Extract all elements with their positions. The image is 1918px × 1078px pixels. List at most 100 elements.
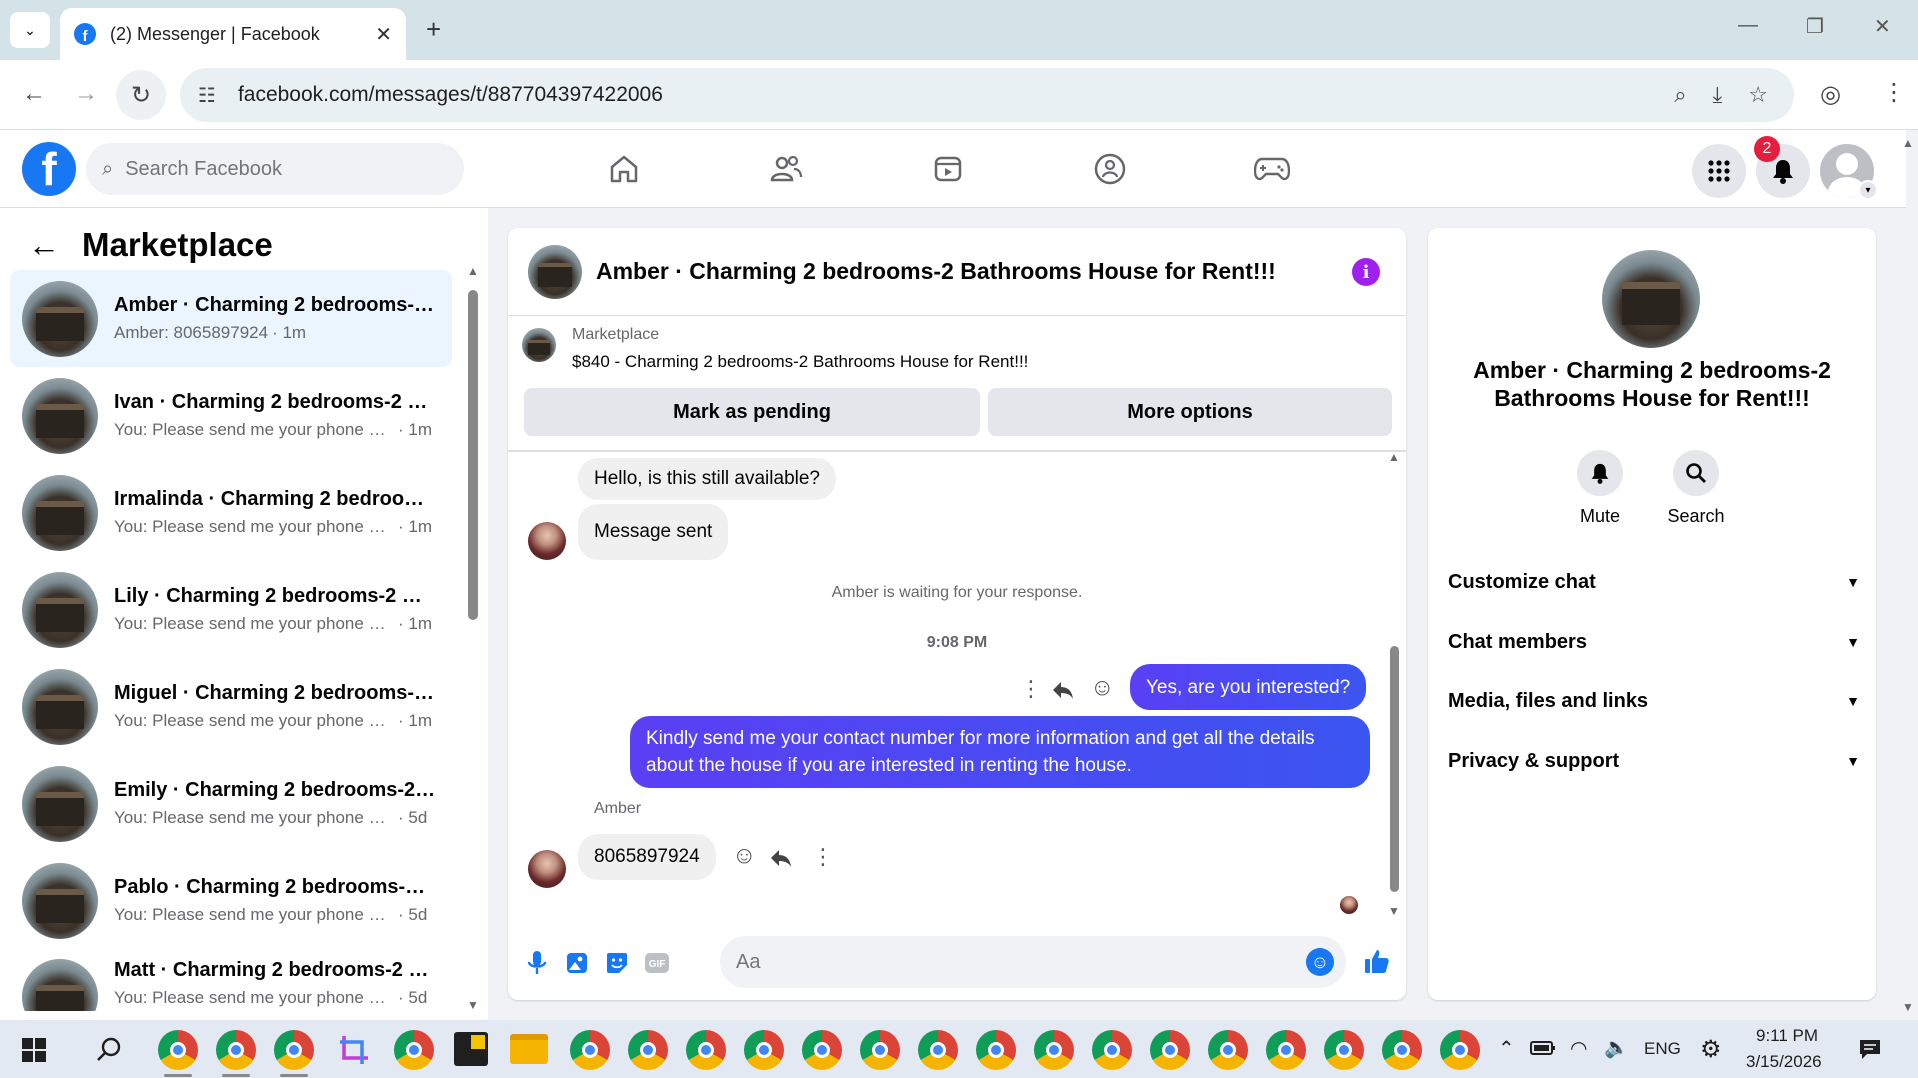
taskbar-snipping-tool-icon[interactable]: [336, 1032, 372, 1068]
outgoing-message[interactable]: Yes, are you interested?: [1130, 664, 1367, 710]
browser-menu-icon[interactable]: ⋮: [1882, 78, 1906, 107]
battery-icon[interactable]: [1530, 1040, 1556, 1056]
scroll-up-icon[interactable]: ▲: [1388, 450, 1400, 464]
page-scroll-down-icon[interactable]: ▼: [1902, 1000, 1914, 1014]
taskbar-chrome-icon[interactable]: [1034, 1030, 1074, 1070]
taskbar-chrome-icon[interactable]: [744, 1030, 784, 1070]
page-scroll-up-icon[interactable]: ▲: [1902, 136, 1914, 150]
back-arrow-icon[interactable]: ←: [28, 227, 60, 264]
sticker-button[interactable]: [602, 948, 632, 978]
chat-avatar[interactable]: [528, 244, 582, 299]
privacy-support-row[interactable]: Privacy & support ▼: [1448, 741, 1860, 781]
sender-avatar[interactable]: [528, 850, 566, 888]
sidebar-scrollbar[interactable]: ▲ ▼: [467, 264, 479, 1012]
attach-photo-button[interactable]: [562, 948, 592, 978]
customize-chat-row[interactable]: Customize chat ▼: [1448, 562, 1860, 602]
conversation-item[interactable]: Pablo · Charming 2 bedrooms-2 Bathrooms …: [10, 852, 452, 949]
clock-date[interactable]: 3/15/2026: [1746, 1052, 1822, 1072]
browser-profile-icon[interactable]: ◎: [1820, 80, 1841, 109]
conversation-item[interactable]: Lily · Charming 2 bedrooms-2 Bathrooms H…: [10, 561, 452, 658]
taskbar-file-explorer-icon[interactable]: [510, 1034, 548, 1064]
taskbar-chrome-icon[interactable]: [802, 1030, 842, 1070]
taskbar-chrome-icon[interactable]: [628, 1030, 668, 1070]
nav-video[interactable]: [918, 146, 978, 192]
wifi-icon[interactable]: ◠: [1570, 1036, 1587, 1061]
conversation-item[interactable]: Miguel · Charming 2 bedrooms-2 Bathrooms…: [10, 658, 452, 755]
outgoing-message[interactable]: Kindly send me your contact number for m…: [630, 716, 1370, 788]
nav-groups[interactable]: [1080, 146, 1140, 192]
site-settings-icon[interactable]: ☷: [198, 83, 216, 108]
clock-time[interactable]: 9:11 PM: [1756, 1026, 1818, 1046]
taskbar-chrome-icon[interactable]: [918, 1030, 958, 1070]
taskbar-chrome-icon[interactable]: [860, 1030, 900, 1070]
more-actions-icon[interactable]: ⋮: [812, 844, 834, 870]
more-actions-icon[interactable]: ⋮: [1020, 676, 1042, 702]
listing-thumbnail[interactable]: [522, 328, 556, 362]
incoming-message[interactable]: Message sent: [578, 504, 729, 560]
conversation-item[interactable]: Irmalinda · Charming 2 bedrooms-2 Bathro…: [10, 464, 452, 561]
notification-center-icon[interactable]: [1858, 1038, 1882, 1060]
taskbar-chrome-icon[interactable]: [1382, 1030, 1422, 1070]
emoji-icon[interactable]: ☺: [1306, 948, 1334, 976]
taskbar-chrome-icon[interactable]: [274, 1030, 314, 1070]
conversation-item[interactable]: Emily · Charming 2 bedrooms-2 Bathrooms …: [10, 755, 452, 852]
scrollbar-thumb[interactable]: [468, 290, 478, 620]
taskbar-chrome-icon[interactable]: [394, 1030, 434, 1070]
back-icon[interactable]: ←: [22, 80, 46, 108]
incoming-message[interactable]: Hello, is this still available?: [578, 458, 836, 500]
conversation-item[interactable]: Ivan · Charming 2 bedrooms-2 Bathrooms H…: [10, 367, 452, 464]
nav-home[interactable]: [594, 146, 654, 192]
conversation-item[interactable]: Matt · Charming 2 bedrooms-2 Bathrooms H…: [10, 949, 452, 1011]
taskbar-chrome-icon[interactable]: [216, 1030, 256, 1070]
taskbar-chrome-icon[interactable]: [1266, 1030, 1306, 1070]
zoom-icon[interactable]: ⌕: [1674, 82, 1686, 108]
url-text[interactable]: facebook.com/messages/t/887704397422006: [238, 83, 1674, 107]
react-emoji-icon[interactable]: ☺: [732, 842, 757, 870]
minimize-icon[interactable]: —: [1738, 14, 1758, 37]
chat-members-row[interactable]: Chat members ▼: [1448, 622, 1860, 662]
reply-icon[interactable]: [770, 848, 792, 868]
windows-start-icon[interactable]: [22, 1038, 46, 1062]
scrollbar-thumb[interactable]: [1390, 646, 1399, 892]
incoming-message[interactable]: 8065897924: [578, 834, 716, 880]
scroll-up-icon[interactable]: ▲: [467, 264, 479, 278]
voice-clip-button[interactable]: [522, 948, 552, 978]
scroll-down-icon[interactable]: ▼: [1388, 904, 1400, 918]
facebook-search-input[interactable]: [125, 157, 426, 181]
reload-button[interactable]: ↻: [116, 70, 166, 120]
settings-gear-icon[interactable]: ⚙: [1700, 1035, 1722, 1064]
close-tab-icon[interactable]: ✕: [375, 22, 392, 47]
sender-avatar[interactable]: [528, 522, 566, 560]
facebook-logo[interactable]: f: [22, 142, 76, 196]
taskbar-search-icon[interactable]: [96, 1036, 122, 1062]
close-window-icon[interactable]: ✕: [1874, 14, 1891, 39]
install-app-icon[interactable]: ⤓: [1713, 82, 1723, 108]
facebook-search[interactable]: ⌕: [86, 143, 464, 195]
taskbar-chrome-icon[interactable]: [1440, 1030, 1480, 1070]
taskbar-chrome-icon[interactable]: [1208, 1030, 1248, 1070]
taskbar-sticky-notes-icon[interactable]: [454, 1032, 488, 1066]
forward-icon[interactable]: →: [74, 80, 98, 108]
reply-icon[interactable]: [1052, 680, 1074, 700]
omnibox[interactable]: ☷ facebook.com/messages/t/88770439742200…: [180, 68, 1794, 122]
taskbar-chrome-icon[interactable]: [158, 1030, 198, 1070]
info-icon[interactable]: i: [1352, 258, 1380, 286]
conversation-item[interactable]: Amber · Charming 2 bedrooms-2 Bathrooms …: [10, 270, 452, 367]
new-tab-icon[interactable]: +: [426, 14, 441, 45]
message-input[interactable]: [736, 950, 1296, 974]
nav-friends[interactable]: [756, 146, 816, 192]
taskbar-chrome-icon[interactable]: [686, 1030, 726, 1070]
media-files-links-row[interactable]: Media, files and links ▼: [1448, 681, 1860, 721]
nav-gaming[interactable]: [1242, 146, 1302, 192]
taskbar-chrome-icon[interactable]: [1324, 1030, 1364, 1070]
message-input-box[interactable]: ☺: [720, 936, 1346, 988]
restore-icon[interactable]: ❐: [1806, 14, 1824, 39]
chevron-down-icon[interactable]: ▾: [1858, 180, 1878, 200]
taskbar-chrome-icon[interactable]: [976, 1030, 1016, 1070]
more-options-button[interactable]: More options: [988, 388, 1392, 436]
search-action[interactable]: Search: [1656, 450, 1736, 527]
info-avatar[interactable]: [1602, 250, 1700, 348]
taskbar-chrome-icon[interactable]: [570, 1030, 610, 1070]
mark-as-pending-button[interactable]: Mark as pending: [524, 388, 980, 436]
bookmark-star-icon[interactable]: ☆: [1748, 82, 1768, 108]
